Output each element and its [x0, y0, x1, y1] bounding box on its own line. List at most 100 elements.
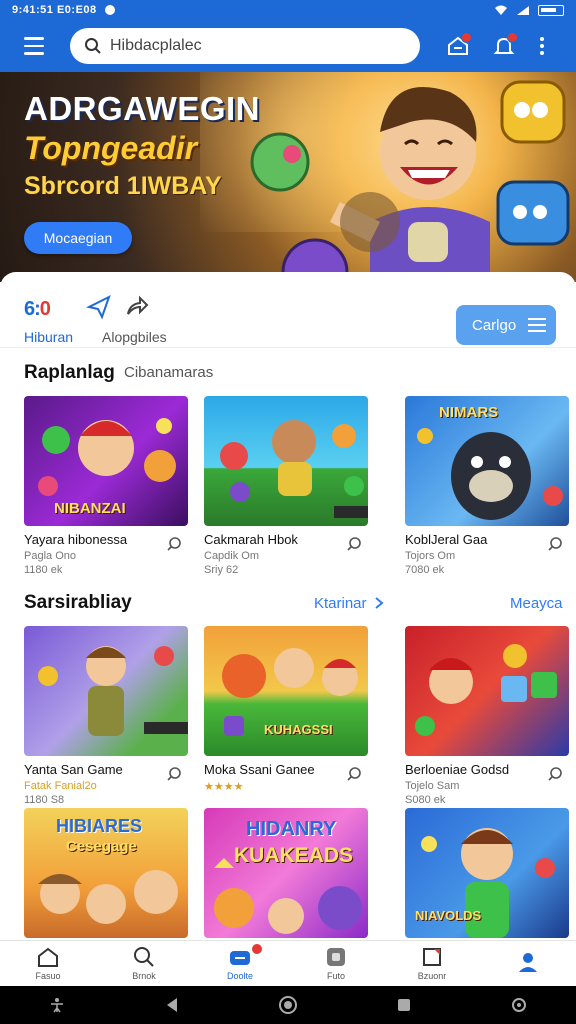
thumbnail-banner-sub: Cesegage	[66, 838, 137, 855]
search-icon[interactable]	[166, 536, 182, 552]
game-card[interactable]: KUHAGSSI Moka Ssani Ganee ★★★★	[204, 626, 368, 793]
book-icon	[423, 948, 441, 966]
hero-title: ADRGAWEGIN	[24, 90, 260, 127]
search-icon[interactable]	[547, 536, 563, 552]
game-card[interactable]: NIMARS KoblJeral Gaa Tojors Om 7080 ek	[405, 396, 569, 576]
game-card[interactable]: HIDANRY KUAKEADS	[204, 808, 368, 938]
nav-label: Futo	[326, 971, 345, 981]
section2-link-meayca[interactable]: Meayca	[510, 595, 563, 612]
thumbnail-banner: NIBANZAI	[54, 500, 126, 517]
hero-subtitle: Topngeadir	[24, 130, 198, 166]
nav-home[interactable]: Fasuo	[0, 941, 96, 986]
nav-badge	[252, 944, 262, 954]
section2-title: Sarsirabliay	[24, 592, 132, 613]
game-thumbnail: NIMARS	[405, 396, 569, 526]
inbox-button[interactable]	[438, 26, 478, 66]
category-row: 6:0 Hiburan Alopgbiles Carlgo	[0, 282, 576, 348]
thumbnail-banner: NIAVOLDS	[415, 908, 482, 923]
search-icon[interactable]	[346, 766, 362, 782]
nav-profile[interactable]	[480, 941, 576, 986]
more-options-button[interactable]	[530, 26, 554, 66]
status-bar: 9:41:51 E0:E08	[0, 0, 576, 20]
card-rating: ★★★★	[204, 781, 244, 793]
inbox-badge	[461, 32, 472, 43]
game-thumbnail: HIBIARES Cesegage	[24, 808, 188, 938]
nav-label: Fasuo	[35, 971, 61, 981]
thumbnail-banner: NIMARS	[439, 404, 499, 421]
recent-apps-icon[interactable]	[395, 996, 413, 1014]
thumbnail-banner: HIBIARES	[56, 816, 143, 836]
wifi-icon	[495, 5, 507, 15]
thumbnail-banner-sub: KUAKEADS	[234, 844, 354, 867]
game-thumbnail: NIBANZAI	[24, 396, 188, 526]
hero-cta-button[interactable]: Mocaegian	[24, 222, 132, 254]
notification-dot-icon	[104, 5, 115, 15]
card-downloads: Sriy 62	[204, 564, 239, 576]
list-icon	[528, 318, 547, 332]
card-developer: Tojelo Sam	[405, 780, 460, 792]
game-thumbnail: NIAVOLDS	[405, 808, 569, 938]
game-card[interactable]: NIBANZAI Yayara hibonessa Pagla Ono 1180…	[24, 396, 188, 576]
back-icon[interactable]	[163, 996, 181, 1014]
game-card[interactable]: HIBIARES Cesegage	[24, 808, 188, 938]
send-icon[interactable]	[86, 294, 112, 320]
bottom-navigation: Fasuo Brnok Doolte Futo Bzuonr	[0, 940, 576, 986]
category-filter-button[interactable]: Carlgo	[456, 305, 556, 345]
hero-banner[interactable]: ADRGAWEGIN Topngeadir Sbrcord 1IWBAY Moc…	[0, 72, 576, 282]
section2-link-ktarinar[interactable]: Ktarinar	[314, 595, 367, 612]
game-thumbnail: KUHAGSSI	[204, 626, 368, 756]
notification-badge	[507, 32, 518, 43]
chevron-right-icon[interactable]	[374, 596, 384, 610]
game-card[interactable]: Yanta San Game Fatak Fanial2o 1180 S8	[24, 626, 188, 806]
card-title: Cakmarah Hbok	[204, 532, 298, 547]
game-thumbnail	[24, 626, 188, 756]
nav-label: Doolte	[226, 971, 253, 981]
section1-subtitle: Cibanamaras	[124, 364, 214, 381]
menu-button[interactable]	[12, 24, 56, 68]
card-developer: Pagla Ono	[24, 550, 76, 562]
search-icon[interactable]	[166, 766, 182, 782]
gamepad-icon	[230, 951, 250, 965]
tab-hiburan[interactable]: Hiburan	[24, 329, 73, 345]
section1-title: Raplanlag	[24, 362, 115, 383]
thumbnail-banner: HIDANRY	[246, 818, 337, 840]
game-thumbnail: HIDANRY KUAKEADS	[204, 808, 368, 938]
nav-books[interactable]: Bzuonr	[384, 941, 480, 986]
hero-tagline: Sbrcord 1IWBAY	[24, 172, 222, 200]
share-icon[interactable]	[124, 294, 150, 320]
home-circle-icon[interactable]	[277, 994, 299, 1016]
nav-label: Bzuonr	[417, 971, 447, 981]
home-icon	[38, 947, 58, 967]
game-card[interactable]: Berloeniae Godsd Tojelo Sam S080 ek	[405, 626, 569, 806]
nav-apps[interactable]: Futo	[288, 941, 384, 986]
profile-icon	[519, 953, 537, 972]
app-bar	[0, 20, 576, 72]
accessibility-icon[interactable]	[48, 996, 66, 1014]
card-downloads: 1180 S8	[24, 794, 65, 806]
signal-icon	[517, 5, 529, 15]
nav-search[interactable]: Brnok	[96, 941, 192, 986]
nav-label: Brnok	[132, 971, 156, 981]
search-icon[interactable]	[547, 766, 563, 782]
hero-character-illustration	[250, 80, 570, 282]
card-title: KoblJeral Gaa	[405, 532, 488, 547]
tab-alopgbiles[interactable]: Alopgbiles	[102, 329, 167, 345]
search-bar[interactable]	[70, 28, 420, 64]
game-thumbnail	[405, 626, 569, 756]
assistant-icon[interactable]	[510, 996, 528, 1014]
brand-logo[interactable]: 6:0	[24, 298, 51, 321]
status-time: 9:41:51 E0:E08	[12, 4, 97, 16]
card-title: Yanta San Game	[24, 762, 123, 777]
card-developer: Tojors Om	[405, 550, 456, 562]
game-card[interactable]: NIAVOLDS	[405, 808, 569, 938]
search-input[interactable]	[110, 37, 390, 55]
content-panel: 6:0 Hiburan Alopgbiles Carlgo Raplanlag …	[0, 272, 576, 942]
game-card[interactable]: Cakmarah Hbok Capdik Om Sriy 62	[204, 396, 368, 576]
card-downloads: 7080 ek	[405, 564, 445, 576]
card-title: Berloeniae Godsd	[405, 762, 510, 777]
search-icon	[134, 947, 154, 967]
search-icon[interactable]	[346, 536, 362, 552]
notifications-button[interactable]	[484, 26, 524, 66]
nav-games[interactable]: Doolte	[192, 941, 288, 986]
game-thumbnail	[204, 396, 368, 526]
